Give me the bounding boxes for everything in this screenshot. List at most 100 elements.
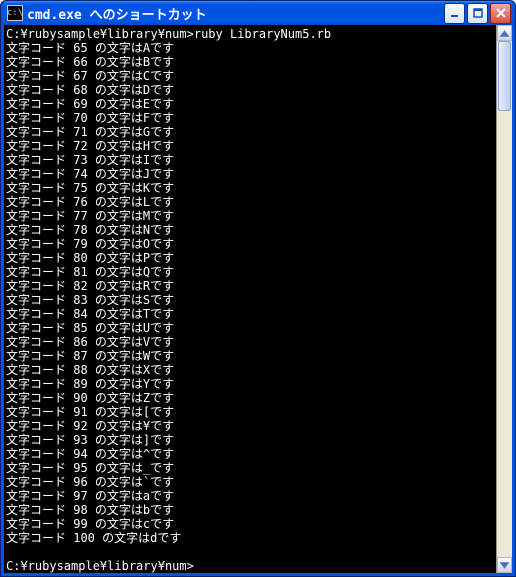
- line-mid: の文字は: [88, 139, 143, 153]
- line-mid: の文字は: [88, 293, 143, 307]
- char-code: 93: [73, 433, 87, 447]
- line-suffix: です: [150, 125, 174, 139]
- line-prefix: 文字コード: [6, 83, 73, 97]
- output-line: 文字コード 76 の文字はLです: [6, 195, 496, 209]
- output-line: 文字コード 81 の文字はQです: [6, 265, 496, 279]
- line-mid: の文字は: [88, 377, 143, 391]
- char-code: 96: [73, 475, 87, 489]
- output-line: 文字コード 94 の文字は^です: [6, 447, 496, 461]
- scroll-thumb[interactable]: [498, 41, 511, 111]
- output-line: 文字コード 97 の文字はaです: [6, 489, 496, 503]
- output-line: 文字コード 98 の文字はbです: [6, 503, 496, 517]
- line-suffix: です: [150, 307, 174, 321]
- blank-line: [6, 545, 496, 559]
- line-prefix: 文字コード: [6, 111, 73, 125]
- char-code: 77: [73, 209, 87, 223]
- char-code: 85: [73, 321, 87, 335]
- line-prefix: 文字コード: [6, 475, 73, 489]
- prompt-text: C:¥rubysample¥library¥num>: [6, 559, 194, 573]
- line-mid: の文字は: [88, 349, 143, 363]
- maximize-button[interactable]: [467, 3, 488, 24]
- line-prefix: 文字コード: [6, 391, 73, 405]
- line-prefix: 文字コード: [6, 139, 73, 153]
- output-line: 文字コード 78 の文字はNです: [6, 223, 496, 237]
- line-prefix: 文字コード: [6, 125, 73, 139]
- output-line: 文字コード 85 の文字はUです: [6, 321, 496, 335]
- output-line: 文字コード 87 の文字はWです: [6, 349, 496, 363]
- char-code: 90: [73, 391, 87, 405]
- line-prefix: 文字コード: [6, 153, 73, 167]
- output-line: 文字コード 74 の文字はJです: [6, 167, 496, 181]
- char-code: 79: [73, 237, 87, 251]
- line-suffix: です: [150, 55, 174, 69]
- cmd-icon: c:\: [7, 5, 23, 21]
- line-mid: の文字は: [88, 447, 143, 461]
- scroll-track[interactable]: [497, 41, 512, 557]
- line-suffix: です: [150, 517, 174, 531]
- output-line: 文字コード 86 の文字はVです: [6, 335, 496, 349]
- line-prefix: 文字コード: [6, 41, 73, 55]
- line-prefix: 文字コード: [6, 209, 73, 223]
- output-line: 文字コード 100 の文字はdです: [6, 531, 496, 545]
- scroll-down-button[interactable]: [497, 557, 512, 573]
- line-prefix: 文字コード: [6, 293, 73, 307]
- line-mid: の文字は: [88, 517, 143, 531]
- line-prefix: 文字コード: [6, 489, 73, 503]
- char-code: 80: [73, 251, 87, 265]
- line-suffix: です: [150, 335, 174, 349]
- output-line: 文字コード 82 の文字はRです: [6, 279, 496, 293]
- line-suffix: です: [150, 265, 174, 279]
- output-line: 文字コード 68 の文字はDです: [6, 83, 496, 97]
- line-suffix: です: [150, 475, 174, 489]
- chevron-up-icon: [498, 27, 511, 40]
- line-prefix: 文字コード: [6, 55, 73, 69]
- line-suffix: です: [150, 377, 174, 391]
- char-code: 71: [73, 125, 87, 139]
- char-code: 84: [73, 307, 87, 321]
- line-mid: の文字は: [88, 503, 143, 517]
- line-mid: の文字は: [95, 531, 150, 545]
- line-mid: の文字は: [88, 125, 143, 139]
- line-prefix: 文字コード: [6, 447, 73, 461]
- output-line: 文字コード 96 の文字は`です: [6, 475, 496, 489]
- char-code: 69: [73, 97, 87, 111]
- char-code: 86: [73, 335, 87, 349]
- minimize-button[interactable]: [444, 3, 465, 24]
- output-line: 文字コード 66 の文字はBです: [6, 55, 496, 69]
- maximize-icon: [473, 8, 483, 18]
- char-code: 70: [73, 111, 87, 125]
- scroll-up-button[interactable]: [497, 25, 512, 41]
- char-code: 74: [73, 167, 87, 181]
- output-line: 文字コード 79 の文字はOです: [6, 237, 496, 251]
- line-suffix: です: [150, 363, 174, 377]
- output-line: 文字コード 75 の文字はKです: [6, 181, 496, 195]
- line-suffix: です: [150, 83, 174, 97]
- line-mid: の文字は: [88, 489, 143, 503]
- output-line: 文字コード 77 の文字はMです: [6, 209, 496, 223]
- char-code: 91: [73, 405, 87, 419]
- char-code: 89: [73, 377, 87, 391]
- line-prefix: 文字コード: [6, 503, 73, 517]
- terminal-output[interactable]: C:¥rubysample¥library¥num>ruby LibraryNu…: [4, 25, 496, 573]
- output-line: 文字コード 80 の文字はPです: [6, 251, 496, 265]
- line-prefix: 文字コード: [6, 69, 73, 83]
- char-code: 72: [73, 139, 87, 153]
- char-code: 94: [73, 447, 87, 461]
- output-line: 文字コード 70 の文字はFです: [6, 111, 496, 125]
- line-suffix: です: [150, 321, 174, 335]
- line-prefix: 文字コード: [6, 531, 73, 545]
- line-prefix: 文字コード: [6, 265, 73, 279]
- vertical-scrollbar[interactable]: [496, 25, 512, 573]
- line-suffix: です: [150, 349, 174, 363]
- close-button[interactable]: [490, 3, 511, 24]
- line-mid: の文字は: [88, 209, 143, 223]
- char-code: 67: [73, 69, 87, 83]
- line-prefix: 文字コード: [6, 363, 73, 377]
- line-mid: の文字は: [88, 111, 143, 125]
- line-mid: の文字は: [88, 279, 143, 293]
- char-code: 78: [73, 223, 87, 237]
- titlebar[interactable]: c:\ cmd.exe へのショートカット: [1, 1, 515, 25]
- output-line: 文字コード 92 の文字は¥です: [6, 419, 496, 433]
- line-mid: の文字は: [88, 363, 143, 377]
- line-mid: の文字は: [88, 55, 143, 69]
